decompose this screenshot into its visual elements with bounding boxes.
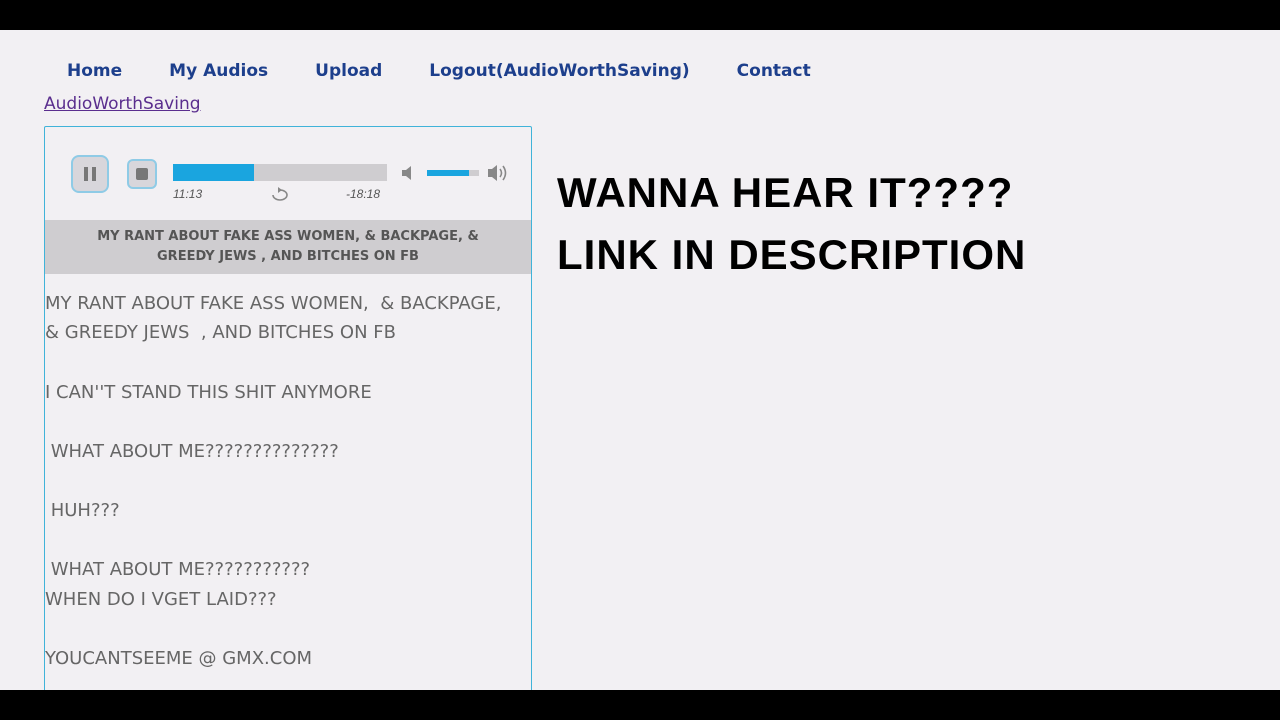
audio-title: MY RANT ABOUT FAKE ASS WOMEN, & BACKPAGE… [45, 220, 531, 274]
description-line: YOUCANTSEEME @ GMX.COM [45, 648, 313, 669]
main-nav: Home My Audios Upload Logout(AudioWorthS… [67, 61, 858, 83]
promo-line-1: WANNA HEAR IT???? [557, 169, 1014, 216]
volume-slider-fill [427, 170, 469, 176]
nav-my-audios[interactable]: My Audios [169, 61, 268, 83]
pause-button[interactable] [71, 155, 109, 193]
stop-button[interactable] [127, 159, 157, 189]
seek-bar-fill [173, 164, 255, 181]
nav-contact[interactable]: Contact [737, 61, 811, 83]
nav-upload[interactable]: Upload [315, 61, 382, 83]
description-line: I CAN''T STAND THIS SHIT ANYMORE [45, 382, 372, 403]
promo-line-2: LINK IN DESCRIPTION [557, 231, 1027, 278]
current-time: 11:13 [173, 187, 203, 201]
description-line: WHEN DO I VGET LAID??? [45, 589, 277, 610]
loop-icon[interactable] [269, 187, 291, 203]
description-line: HUH??? [45, 500, 120, 521]
volume-max-icon[interactable] [487, 163, 509, 183]
description-line: WHAT ABOUT ME?????????????? [45, 441, 339, 462]
nav-logout[interactable]: Logout(AudioWorthSaving) [429, 61, 689, 83]
pause-icon [84, 167, 96, 181]
user-profile-link[interactable]: AudioWorthSaving [44, 94, 201, 114]
volume-slider[interactable] [427, 170, 479, 176]
promo-caption: WANNA HEAR IT???? LINK IN DESCRIPTION [557, 162, 1026, 286]
stop-icon [136, 168, 148, 180]
nav-home[interactable]: Home [67, 61, 122, 83]
audio-player: 11:13 -18:18 [45, 127, 531, 219]
seek-bar[interactable] [173, 164, 387, 181]
remaining-time: -18:18 [346, 187, 381, 201]
volume-mute-icon[interactable] [401, 165, 417, 181]
description-line: & GREEDY JEWS , AND BITCHES ON FB [45, 322, 396, 343]
audio-panel: 11:13 -18:18 MY RANT ABOUT FAKE ASS WOME… [44, 126, 532, 690]
description-line: MY RANT ABOUT FAKE ASS WOMEN, & BACKPAGE… [45, 293, 502, 314]
letterbox-bottom [0, 690, 1280, 720]
description-line: WHAT ABOUT ME??????????? [45, 559, 311, 580]
web-page: Home My Audios Upload Logout(AudioWorthS… [0, 30, 1280, 690]
